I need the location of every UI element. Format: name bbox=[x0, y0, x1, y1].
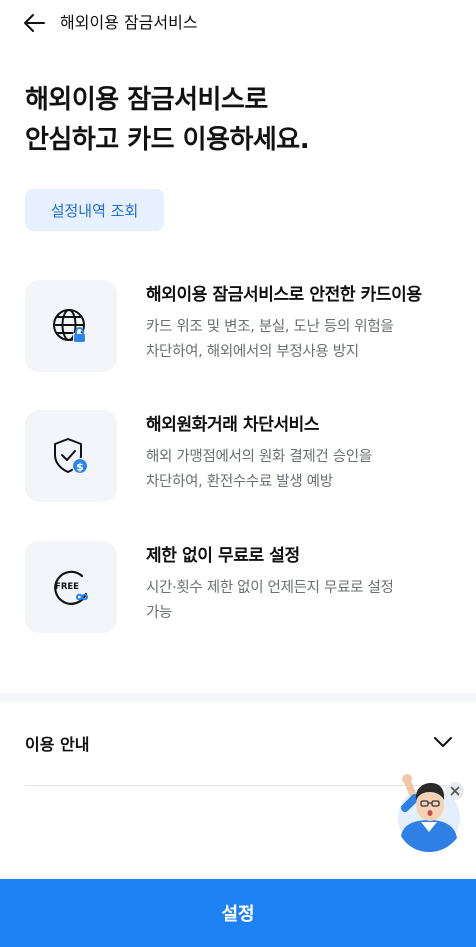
feature-title: 해외원화거래 차단서비스 bbox=[146, 415, 320, 435]
history-lookup-button[interactable]: 설정내역 조회 bbox=[25, 189, 164, 231]
page-title: 해외이용 잠금서비스 bbox=[60, 13, 198, 32]
feature-desc-line: 차단하여, 해외에서의 부정사용 방지 bbox=[146, 344, 359, 360]
feature-desc: 카드 위조 및 변조, 분실, 도난 등의 위험을 차단하여, 해외에서의 부정… bbox=[146, 315, 461, 365]
feature-icon-box: $ bbox=[25, 410, 117, 502]
shield-dollar-icon: $ bbox=[54, 438, 88, 474]
feature-desc-line: 시간·횟수 제한 없이 언제든지 무료로 설정 bbox=[146, 580, 394, 596]
feature-desc-line: 카드 위조 및 변조, 분실, 도난 등의 위험을 bbox=[146, 319, 394, 335]
section-divider bbox=[0, 693, 476, 702]
set-button[interactable]: 설정 bbox=[0, 879, 476, 947]
svg-text:$: $ bbox=[76, 461, 84, 474]
usage-guide-label: 이용 안내 bbox=[25, 735, 90, 754]
feature-desc: 해외 가맹점에서의 원화 결제건 승인을 차단하여, 환전수수료 발생 예방 bbox=[146, 445, 461, 495]
close-icon bbox=[450, 786, 460, 796]
feature-icon-box: FREE bbox=[25, 541, 117, 633]
free-badge-text: FREE bbox=[55, 582, 79, 592]
hero-heading: 해외이용 잠금서비스로 안심하고 카드 이용하세요. bbox=[25, 80, 310, 160]
feature-desc-line: 차단하여, 환전수수료 발생 예방 bbox=[146, 474, 333, 490]
feature-desc-line: 가능 bbox=[146, 605, 173, 621]
guide-divider-line bbox=[25, 785, 455, 786]
globe-lock-icon bbox=[53, 309, 86, 343]
chevron-down-icon bbox=[434, 737, 452, 747]
usage-guide-accordion[interactable]: 이용 안내 bbox=[25, 722, 455, 764]
free-infinity-icon: FREE bbox=[54, 570, 89, 605]
feature-title: 제한 없이 무료로 설정 bbox=[146, 546, 300, 566]
top-bar: 해외이용 잠금서비스 bbox=[0, 0, 476, 46]
hero-line-2: 안심하고 카드 이용하세요. bbox=[25, 125, 310, 155]
feature-desc-line: 해외 가맹점에서의 원화 결제건 승인을 bbox=[146, 449, 372, 465]
feature-icon-box bbox=[25, 280, 117, 372]
arrow-left-icon bbox=[24, 14, 45, 32]
feature-title: 해외이용 잠금서비스로 안전한 카드이용 bbox=[146, 285, 422, 305]
feature-desc: 시간·횟수 제한 없이 언제든지 무료로 설정 가능 bbox=[146, 576, 461, 626]
hero-line-1: 해외이용 잠금서비스로 bbox=[25, 85, 268, 115]
back-button[interactable] bbox=[22, 11, 48, 35]
chatbot-close-button[interactable] bbox=[446, 782, 464, 800]
